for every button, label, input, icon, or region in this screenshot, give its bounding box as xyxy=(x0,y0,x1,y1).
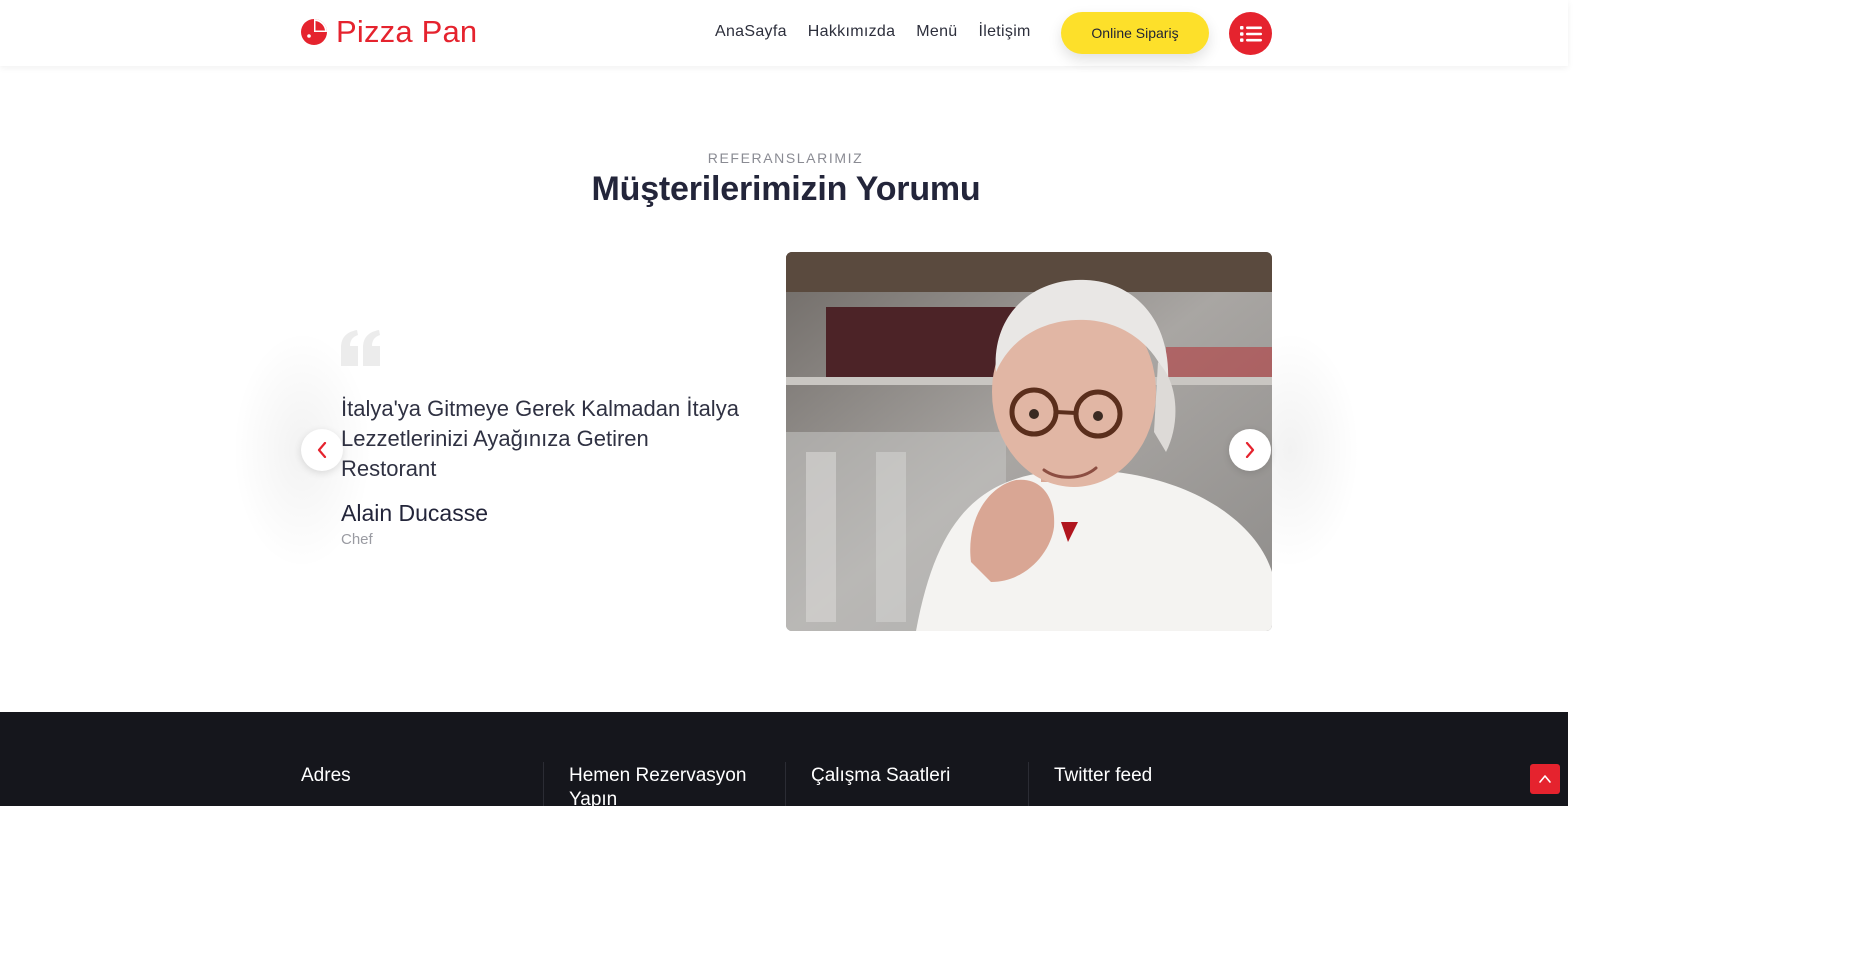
pizza-logo-icon xyxy=(301,19,327,45)
testimonial-role: Chef xyxy=(341,531,373,548)
quote-icon xyxy=(341,330,380,366)
nav-item-menu[interactable]: Menü xyxy=(916,23,957,41)
chevron-right-icon xyxy=(1245,442,1255,458)
slider-prev-button[interactable] xyxy=(301,429,343,471)
slider-next-button[interactable] xyxy=(1229,429,1271,471)
section-eyebrow: REFERANSLARIMIZ xyxy=(707,150,864,166)
nav-item-about[interactable]: Hakkımızda xyxy=(808,23,895,41)
section-title: Müşterilerimizin Yorumu xyxy=(591,170,981,208)
list-icon xyxy=(1239,25,1262,42)
footer-heading-twitter: Twitter feed xyxy=(1054,765,1153,786)
testimonial-quote: İtalya'ya Gitmeye Gerek Kalmadan İtalya … xyxy=(341,396,739,481)
footer-divider xyxy=(543,762,544,806)
logo-text: Pizza Pan xyxy=(336,14,478,49)
testimonial-author: Alain Ducasse xyxy=(341,500,489,526)
chef-photo-illustration xyxy=(786,252,1272,631)
footer-heading-address: Adres xyxy=(301,765,351,786)
chef-photo xyxy=(786,252,1272,631)
chevron-left-icon xyxy=(317,442,327,458)
footer-heading-hours: Çalışma Saatleri xyxy=(811,765,951,786)
arrow-up-icon xyxy=(1539,775,1551,783)
menu-toggle-button[interactable] xyxy=(1229,12,1272,55)
online-order-button[interactable]: Online Sipariş xyxy=(1061,12,1209,54)
scroll-to-top-button[interactable] xyxy=(1530,764,1560,794)
site-footer: Adres Hemen Rezervasyon Yapın Çalışma Sa… xyxy=(0,712,1568,810)
logo[interactable]: Pizza Pan xyxy=(300,14,477,50)
site-header: Pizza Pan AnaSayfa Hakkımızda Menü İleti… xyxy=(0,0,1568,66)
main-nav: AnaSayfa Hakkımızda Menü İletişim xyxy=(715,23,1031,41)
footer-divider xyxy=(785,762,786,806)
nav-item-home[interactable]: AnaSayfa xyxy=(715,23,787,41)
nav-item-contact[interactable]: İletişim xyxy=(979,23,1031,41)
footer-divider xyxy=(1028,762,1029,806)
footer-heading-reservation: Hemen Rezervasyon Yapın xyxy=(569,765,747,810)
